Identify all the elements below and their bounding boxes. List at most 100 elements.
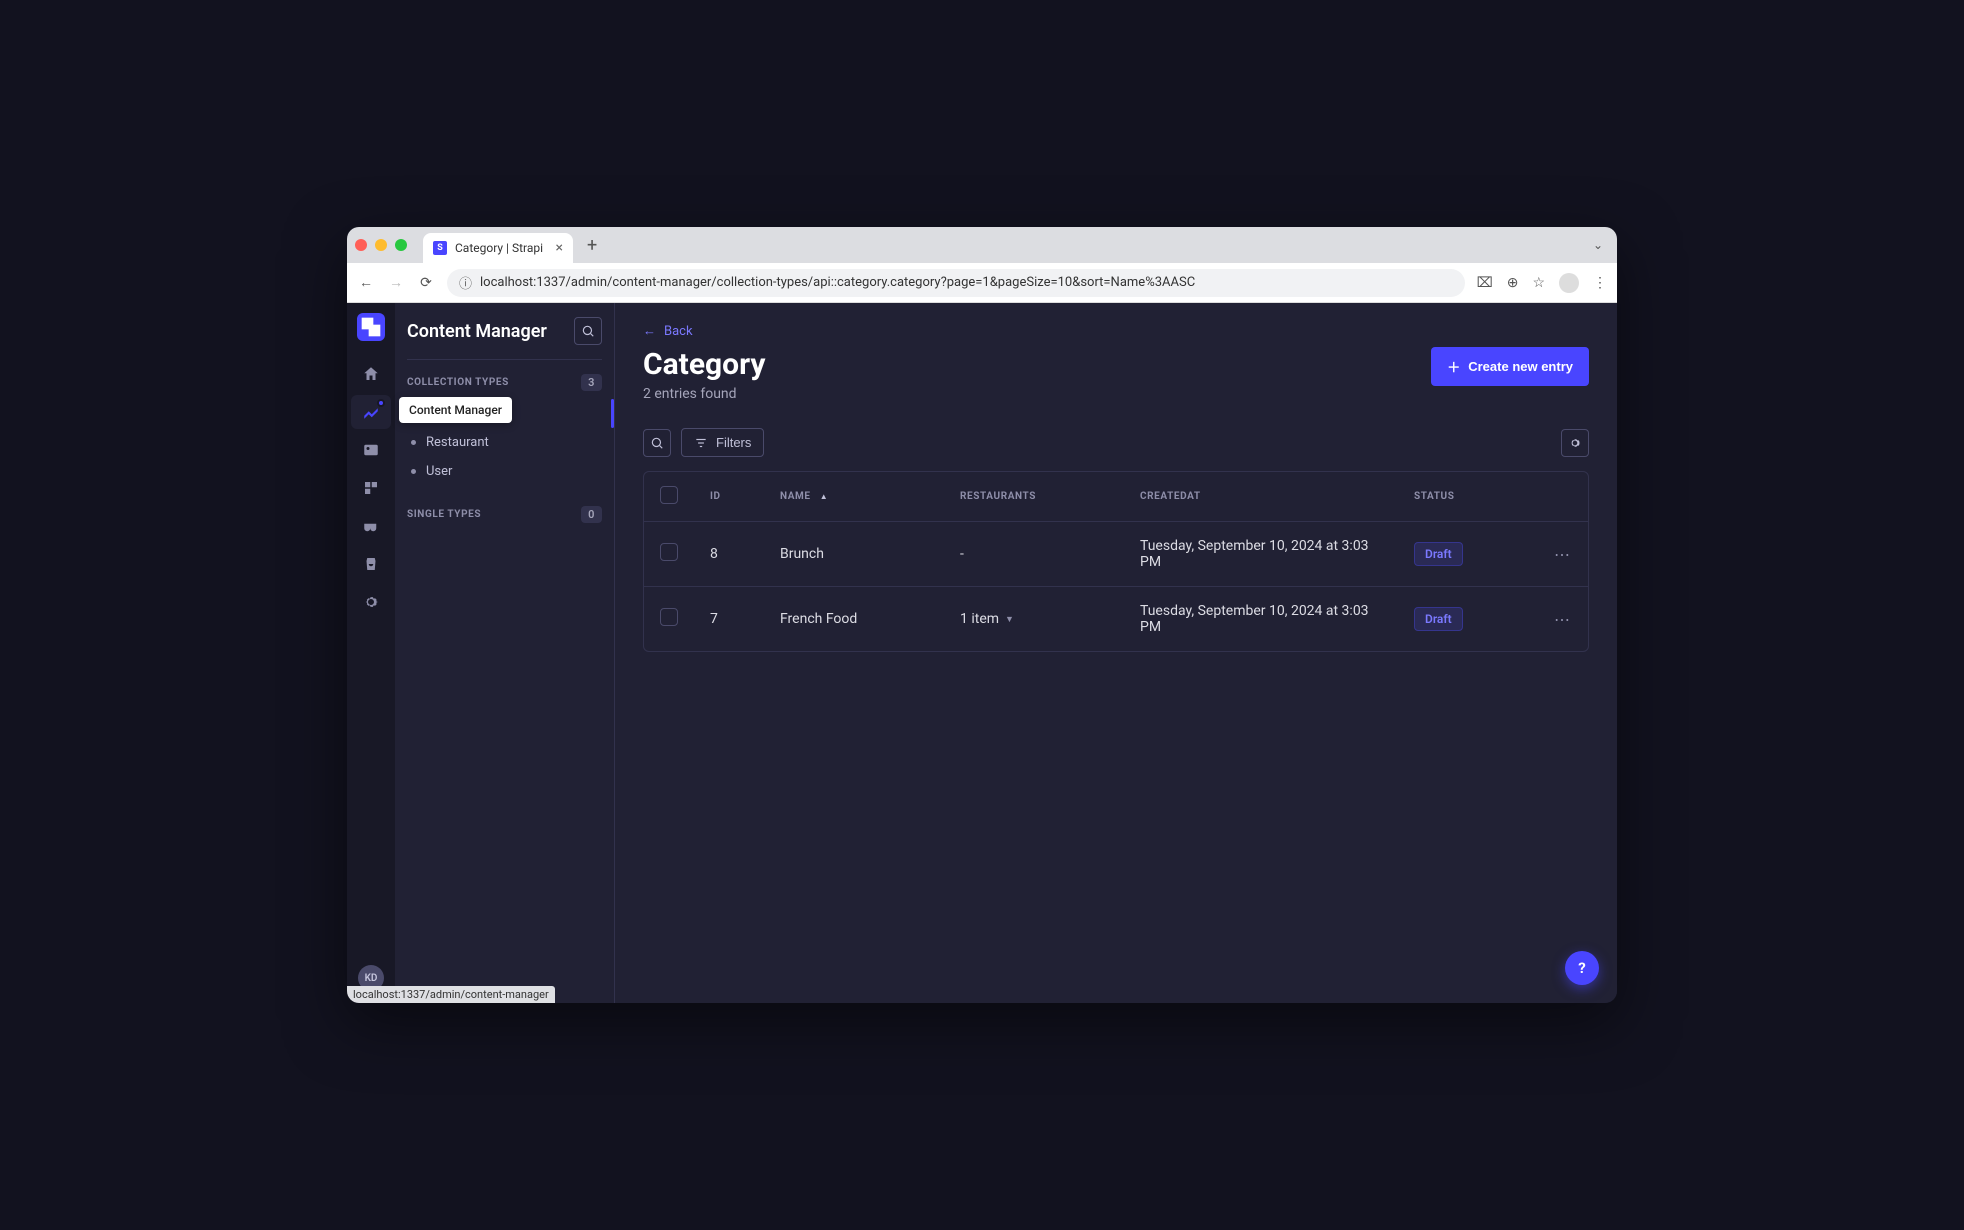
browser-actions: ⌧ ⊕ ☆ ⋮ [1477,273,1607,293]
row-checkbox[interactable] [660,608,678,626]
arrow-left-icon: ← [643,323,656,339]
col-restaurants[interactable]: Restaurants [944,472,1124,522]
create-entry-label: Create new entry [1468,359,1573,374]
browser-window: S Category | Strapi × + ⌄ ← → ⟳ ⓘ localh… [347,227,1617,1003]
nav-settings[interactable] [351,585,391,619]
filters-label: Filters [716,435,751,450]
strapi-logo-icon[interactable] [357,313,385,341]
browser-url-field[interactable]: ⓘ localhost:1337/admin/content-manager/c… [447,269,1465,297]
nav-plugins[interactable] [351,509,391,543]
browser-tab-bar: S Category | Strapi × + ⌄ [347,227,1617,263]
create-entry-button[interactable]: ＋ Create new entry [1431,347,1589,386]
table-toolbar: Filters [643,428,1589,457]
dot-icon [411,469,416,474]
dot-icon [411,440,416,445]
nav-content-type-builder[interactable] [351,471,391,505]
main-content: ← Back Category 2 entries found ＋ Create… [615,303,1617,1003]
window-close-icon[interactable] [355,239,367,251]
browser-back-button[interactable]: ← [357,274,375,291]
tab-close-icon[interactable]: × [556,240,563,256]
cell-restaurants[interactable]: 1 item ▼ [944,587,1124,652]
plus-icon: ＋ [1447,357,1460,376]
nav-home[interactable] [351,357,391,391]
filter-icon [694,436,708,450]
browser-forward-button[interactable]: → [387,274,405,291]
relation-count: 1 item [960,611,999,627]
cell-id: 7 [694,587,764,652]
entries-table: ID Name ▲ Restaurants CreatedAt Status 8… [643,471,1589,652]
nav-content-manager[interactable] [351,395,391,429]
browser-url-bar: ← → ⟳ ⓘ localhost:1337/admin/content-man… [347,263,1617,303]
bookmark-star-icon[interactable]: ☆ [1532,275,1545,291]
cell-name: French Food [764,587,944,652]
browser-tab[interactable]: S Category | Strapi × [423,233,573,263]
collection-types-header: Collection Types 3 [407,374,602,391]
sidebar-search-button[interactable] [574,317,602,345]
cell-restaurants: - [944,522,1124,587]
page-header: Category 2 entries found ＋ Create new en… [643,347,1589,402]
help-icon: ? [1578,959,1585,977]
strapi-app: KD Content Manager Content Manager Colle… [347,303,1617,1003]
filters-button[interactable]: Filters [681,428,764,457]
tabs-dropdown-icon[interactable]: ⌄ [1587,238,1609,252]
single-types-count: 0 [581,506,602,523]
sidebar-item-label: Restaurant [426,435,489,450]
col-status[interactable]: Status [1398,472,1538,522]
browser-reload-button[interactable]: ⟳ [417,275,435,291]
sidebar-item-restaurant[interactable]: Restaurant [407,428,602,457]
single-types-header: Single Types 0 [407,506,602,523]
window-controls [355,239,407,251]
strapi-favicon-icon: S [433,241,447,255]
col-name[interactable]: Name ▲ [764,472,944,522]
back-link[interactable]: ← Back [643,323,693,339]
notification-dot-icon [377,399,385,407]
user-avatar-initials: KD [365,973,378,984]
password-key-icon[interactable]: ⌧ [1477,275,1493,291]
col-createdat[interactable]: CreatedAt [1124,472,1398,522]
browser-tab-title: Category | Strapi [455,241,543,255]
help-button[interactable]: ? [1565,951,1599,985]
col-name-label: Name [780,491,811,502]
row-checkbox[interactable] [660,543,678,561]
nav-marketplace[interactable] [351,547,391,581]
nav-media-library[interactable] [351,433,391,467]
relation-dropdown[interactable]: 1 item ▼ [960,611,1014,627]
collection-types-count: 3 [581,374,602,391]
browser-status-link: localhost:1337/admin/content-manager [347,986,555,1003]
row-actions-menu[interactable]: ⋯ [1554,545,1572,564]
browser-menu-icon[interactable]: ⋮ [1593,275,1607,291]
single-types-label: Single Types [407,509,481,520]
window-minimize-icon[interactable] [375,239,387,251]
browser-status-link-text: localhost:1337/admin/content-manager [353,988,549,1001]
sidebar-item-user[interactable]: User [407,457,602,486]
sidebar-item-label: User [426,464,452,479]
nav-tooltip-label: Content Manager [409,403,502,417]
back-link-label: Back [664,324,693,339]
page-title: Category [643,347,765,382]
search-icon [581,324,595,338]
sort-asc-icon: ▲ [820,492,829,501]
window-maximize-icon[interactable] [395,239,407,251]
sidebar-title: Content Manager [407,321,566,342]
select-all-checkbox[interactable] [660,486,678,504]
search-icon [650,436,664,450]
cell-name: Brunch [764,522,944,587]
status-badge: Draft [1414,607,1463,631]
table-search-button[interactable] [643,429,671,457]
table-row[interactable]: 7French Food 1 item ▼ Tuesday, September 10… [644,587,1588,652]
collection-types-label: Collection Types [407,377,509,388]
new-tab-button[interactable]: + [581,235,603,256]
row-actions-menu[interactable]: ⋯ [1554,610,1572,629]
chevron-down-icon: ▼ [1005,614,1014,625]
table-settings-button[interactable] [1561,429,1589,457]
nav-rail: KD [347,303,395,1003]
zoom-icon[interactable]: ⊕ [1507,275,1519,291]
table-row[interactable]: 8Brunch-Tuesday, September 10, 2024 at 3… [644,522,1588,587]
site-info-icon[interactable]: ⓘ [459,273,472,292]
cell-createdat: Tuesday, September 10, 2024 at 3:03 PM [1124,587,1398,652]
gear-icon [1568,436,1582,450]
col-id[interactable]: ID [694,472,764,522]
nav-tooltip: Content Manager [399,397,512,423]
profile-avatar-icon[interactable] [1559,273,1579,293]
page-subtitle: 2 entries found [643,386,765,402]
